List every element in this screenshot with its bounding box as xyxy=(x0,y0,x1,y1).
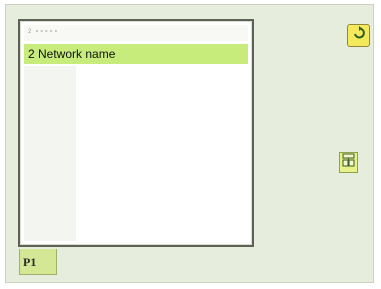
refresh-icon xyxy=(351,25,367,46)
network-list[interactable]: 2 ∘∘∘∘∘ 2 Network name xyxy=(18,19,254,247)
network-settings-button[interactable] xyxy=(339,152,358,173)
screen: 2 ∘∘∘∘∘ 2 Network name P1 xyxy=(5,4,374,283)
refresh-button[interactable] xyxy=(347,24,370,47)
list-header-text: 2 ∘∘∘∘∘ xyxy=(28,29,59,35)
page-tab-p1[interactable]: P1 xyxy=(19,249,57,275)
list-header: 2 ∘∘∘∘∘ xyxy=(24,25,248,41)
network-icon xyxy=(342,153,355,173)
list-column-shade xyxy=(24,66,76,241)
page-tab-label: P1 xyxy=(23,255,37,269)
list-item-label: 2 Network name xyxy=(28,47,116,61)
list-item-network-name[interactable]: 2 Network name xyxy=(24,44,248,64)
